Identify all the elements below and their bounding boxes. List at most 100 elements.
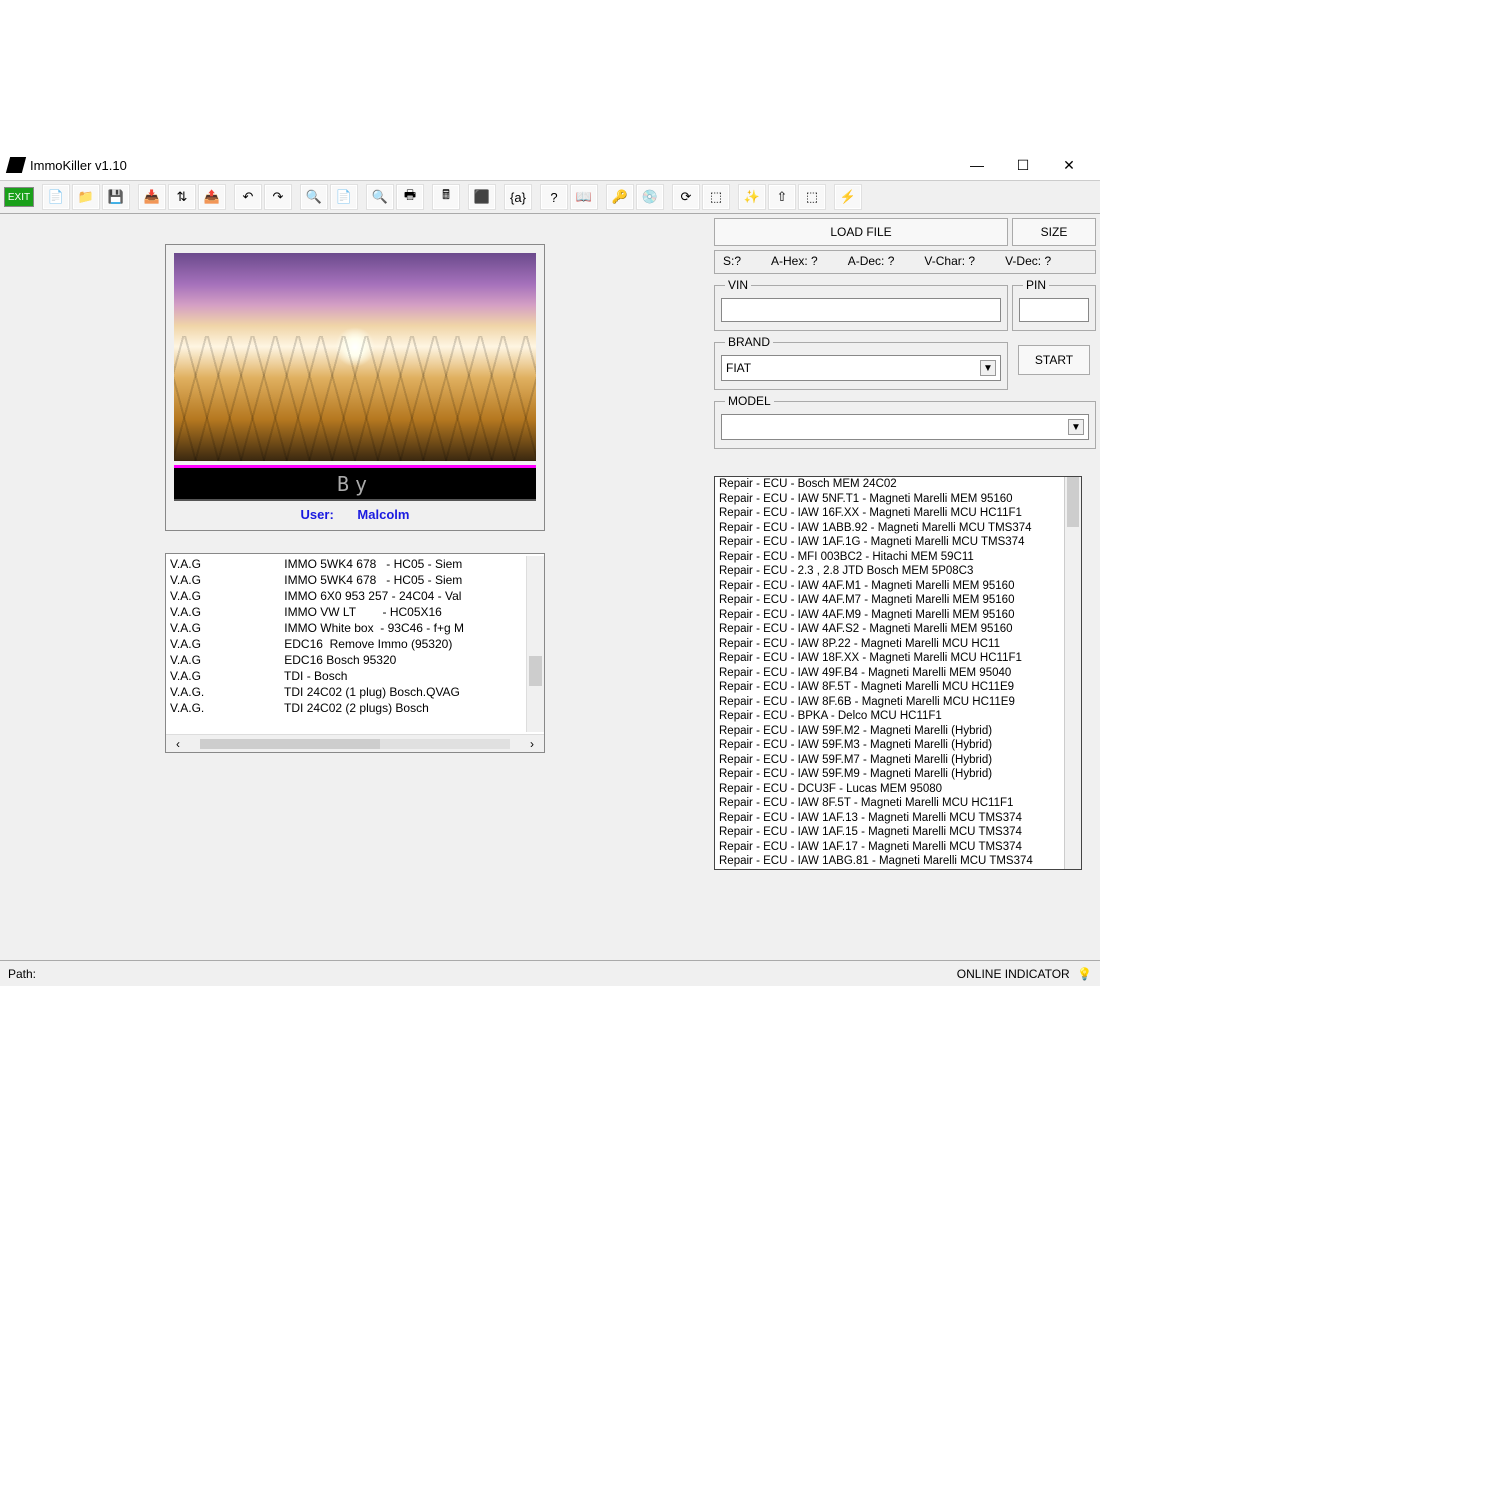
toolbar-button[interactable]: 📖 [570,184,598,210]
toolbar-button[interactable]: {a} [504,184,532,210]
dropdown-item[interactable]: Repair - ECU - IAW 59F.M2 - Magneti Mare… [715,724,1064,739]
list-item[interactable]: V.A.G IMMO 5WK4 678 - HC05 - Siem [170,556,526,572]
toolbar-button[interactable]: ⇧ [768,184,796,210]
size-button[interactable]: SIZE [1012,218,1096,246]
maximize-button[interactable]: ☐ [1000,150,1046,180]
exit-button[interactable]: EXIT [4,187,34,207]
loadfile-button[interactable]: LOAD FILE [714,218,1008,246]
dropdown-scrollbar[interactable] [1064,477,1081,869]
toolbar-button[interactable]: 🖶 [396,184,424,210]
dropdown-item[interactable]: Repair - ECU - IAW 18F.XX - Magneti Mare… [715,651,1064,666]
dropdown-item[interactable]: Repair - ECU - 2.3 , 2.8 JTD Bosch MEM 5… [715,564,1064,579]
minimize-button[interactable]: — [954,150,1000,180]
toolbar-button[interactable]: 🔍 [366,184,394,210]
toolbar-button[interactable]: 📄 [330,184,358,210]
toolbar-button[interactable]: ⬚ [702,184,730,210]
dropdown-item[interactable]: Repair - ECU - IAW 59F.M3 - Magneti Mare… [715,738,1064,753]
list-item[interactable]: V.A.G EDC16 Bosch 95320 [170,652,526,668]
vin-group: VIN [714,278,1008,331]
dropdown-item[interactable]: Repair - ECU - IAW 1AF.15 - Magneti Mare… [715,825,1064,840]
chevron-down-icon: ▼ [980,360,996,376]
dropdown-item[interactable]: Repair - ECU - IAW 1AF.1G - Magneti Mare… [715,535,1064,550]
dropdown-item[interactable]: Repair - ECU - IAW 8F.5T - Magneti Marel… [715,680,1064,695]
toolbar-button[interactable]: 🔑 [606,184,634,210]
info-vdec: V-Dec: ? [1005,254,1051,270]
dropdown-item[interactable]: Repair - ECU - IAW 5NF.T1 - Magneti Mare… [715,492,1064,507]
dropdown-item[interactable]: Repair - ECU - IAW 8F.6B - Magneti Marel… [715,695,1064,710]
app-window: ImmoKiller v1.10 — ☐ ✕ EXIT 📄📁💾📥⇅📤↶↷🔍📄🔍🖶… [0,150,1100,986]
vin-input[interactable] [721,298,1001,322]
toolbar-button[interactable]: ⬚ [798,184,826,210]
list-item[interactable]: V.A.G IMMO 6X0 953 257 - 24C04 - Val [170,588,526,604]
dropdown-item[interactable]: Repair - ECU - IAW 1ABG.81 - Magneti Mar… [715,854,1064,869]
dropdown-item[interactable]: Repair - ECU - IAW 1AF.13 - Magneti Mare… [715,811,1064,826]
model-select[interactable]: ▼ [721,414,1089,440]
vin-label: VIN [725,278,751,292]
dropdown-item[interactable]: Repair - ECU - IAW 8P.22 - Magneti Marel… [715,637,1064,652]
toolbar-button[interactable]: ✨ [738,184,766,210]
list-item[interactable]: V.A.G IMMO VW LT - HC05X16 [170,604,526,620]
dropdown-item[interactable]: Repair - ECU - IAW 49F.B4 - Magneti Mare… [715,666,1064,681]
toolbar-button[interactable]: ↶ [234,184,262,210]
model-dropdown[interactable]: Repair - ECU - Bosch MEM 24C02Repair - E… [714,476,1082,870]
dropdown-item[interactable]: Repair - ECU - IAW 59F.M9 - Magneti Mare… [715,767,1064,782]
brand-group: BRAND FIAT ▼ [714,335,1008,390]
list-item[interactable]: V.A.G IMMO White box - 93C46 - f+g M [170,620,526,636]
toolbar-button[interactable]: ⬛ [468,184,496,210]
toolbar-button[interactable]: 📄 [42,184,70,210]
dropdown-item[interactable]: Repair - ECU - Bosch MEM 24C02 [715,477,1064,492]
chevron-down-icon: ▼ [1068,419,1084,435]
toolbar-button[interactable]: ⇅ [168,184,196,210]
start-button[interactable]: START [1018,345,1090,375]
led-marquee: By [174,465,536,501]
toolbar-button[interactable]: 🖩 [432,184,460,210]
dropdown-item[interactable]: Repair - ECU - MFI 003BC2 - Hitachi MEM … [715,550,1064,565]
dropdown-item[interactable]: Repair - ECU - IAW 1ABB.92 - Magneti Mar… [715,521,1064,536]
toolbar-button[interactable]: ⚡ [834,184,862,210]
vscrollbar[interactable] [526,556,544,732]
dropdown-item[interactable]: Repair - ECU - IAW 8F.5T - Magneti Marel… [715,796,1064,811]
dropdown-item[interactable]: Repair - ECU - BPKA - Delco MCU HC11F1 [715,709,1064,724]
scroll-left-icon[interactable]: ‹ [176,737,180,751]
user-line: User: Malcolm [174,507,536,522]
vag-list[interactable]: V.A.G IMMO 5WK4 678 - HC05 - SiemV.A.G I… [165,553,545,753]
list-item[interactable]: V.A.G IMMO 5WK4 678 - HC05 - Siem [170,572,526,588]
list-item[interactable]: V.A.G EDC16 Remove Immo (95320) [170,636,526,652]
close-button[interactable]: ✕ [1046,150,1092,180]
model-group: MODEL ▼ [714,394,1096,449]
pin-input[interactable] [1019,298,1089,322]
toolbar-button[interactable]: 💾 [102,184,130,210]
toolbar-button[interactable]: ⟳ [672,184,700,210]
path-label: Path: [8,967,36,981]
dropdown-item[interactable]: Repair - ECU - IAW 4AF.S2 - Magneti Mare… [715,622,1064,637]
list-item[interactable]: V.A.G TDI - Bosch [170,668,526,684]
dropdown-item[interactable]: Repair - ECU - IAW 16F.XX - Magneti Mare… [715,506,1064,521]
toolbar-button[interactable]: 💿 [636,184,664,210]
toolbar-button[interactable]: 📤 [198,184,226,210]
picture-frame: By User: Malcolm [165,244,545,531]
toolbar-button[interactable]: 📥 [138,184,166,210]
info-line: S:? A-Hex: ? A-Dec: ? V-Char: ? V-Dec: ? [714,250,1096,274]
toolbar-button[interactable]: 📁 [72,184,100,210]
brand-select[interactable]: FIAT ▼ [721,355,1001,381]
model-label: MODEL [725,394,774,408]
dropdown-item[interactable]: Repair - ECU - IAW 4AF.M9 - Magneti Mare… [715,608,1064,623]
toolbar-button[interactable]: ↷ [264,184,292,210]
hscrollbar[interactable]: ‹ › [166,734,544,752]
dropdown-item[interactable]: Repair - ECU - IAW 4AF.M7 - Magneti Mare… [715,593,1064,608]
splash-image [174,253,536,461]
scroll-right-icon[interactable]: › [530,737,534,751]
list-item[interactable]: V.A.G. TDI 24C02 (1 plug) Bosch.QVAG [170,684,526,700]
window-title: ImmoKiller v1.10 [30,158,954,173]
bulb-icon: 💡 [1077,967,1092,981]
dropdown-item[interactable]: Repair - ECU - DCU3F - Lucas MEM 95080 [715,782,1064,797]
info-adec: A-Dec: ? [848,254,895,270]
brand-value: FIAT [726,361,751,375]
info-vchar: V-Char: ? [924,254,975,270]
list-item[interactable]: V.A.G. TDI 24C02 (2 plugs) Bosch [170,700,526,716]
dropdown-item[interactable]: Repair - ECU - IAW 59F.M7 - Magneti Mare… [715,753,1064,768]
toolbar-button[interactable]: ? [540,184,568,210]
dropdown-item[interactable]: Repair - ECU - IAW 4AF.M1 - Magneti Mare… [715,579,1064,594]
toolbar-button[interactable]: 🔍 [300,184,328,210]
dropdown-item[interactable]: Repair - ECU - IAW 1AF.17 - Magneti Mare… [715,840,1064,855]
